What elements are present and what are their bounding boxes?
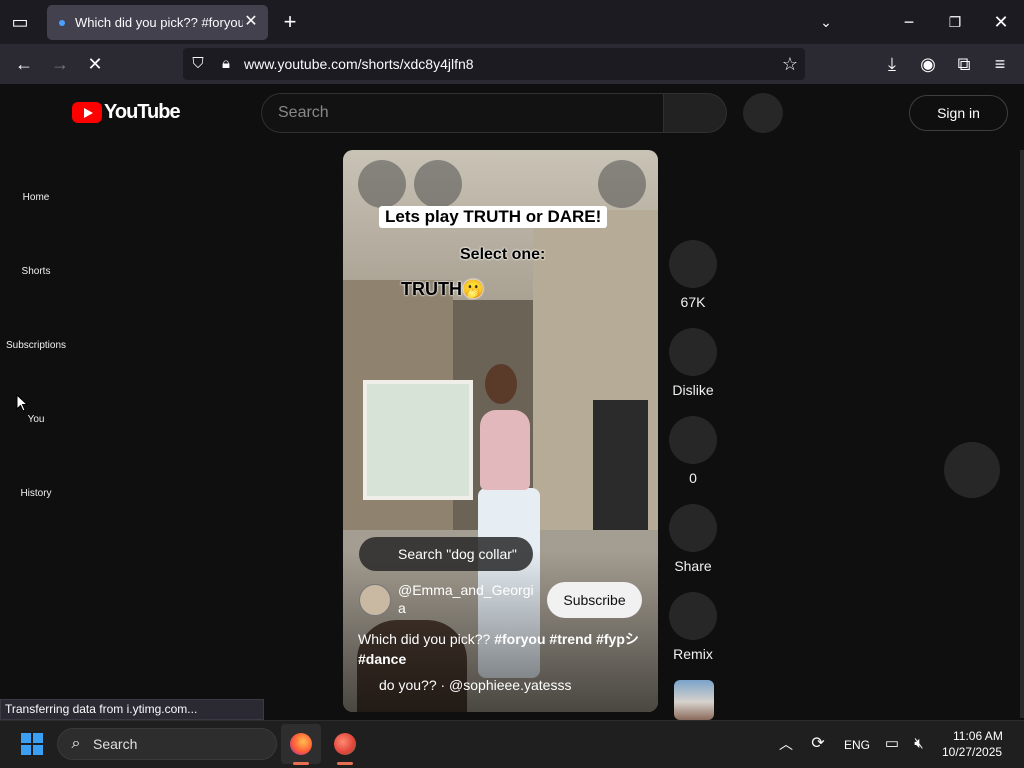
language-indicator[interactable]: ENG [844,738,870,752]
minimize-icon[interactable]: − [897,10,921,34]
search-box [261,93,664,133]
list-all-tabs-icon[interactable]: ⌄ [814,10,838,34]
video-person-head [485,364,517,404]
taskbar-search-box[interactable] [57,728,277,760]
tab-loading-icon [59,19,65,26]
music-credit[interactable]: do you?? · @sophieee.yatesss [379,677,571,693]
browser-tab-active[interactable]: Which did you pick?? #foryou # ✕ [47,5,268,40]
sign-in-button[interactable]: Sign in [909,95,1008,131]
sync-icon[interactable]: ⟳ [806,732,830,756]
more-options-button[interactable] [598,160,646,208]
channel-name[interactable]: @Emma_and_Georgia [398,581,540,617]
app-menu-icon[interactable]: ≡ [988,52,1012,76]
guide-item-you[interactable]: You [0,414,72,425]
tab-overview-icon[interactable]: ▭ [8,10,32,34]
account-icon[interactable]: ◉ [916,52,940,76]
share-label: Share [674,558,712,574]
browser-status-text: Transferring data from i.ytimg.com... [0,699,264,720]
mute-button[interactable] [414,160,462,208]
search-button[interactable] [663,93,727,133]
search-input[interactable] [278,104,638,122]
mouse-cursor-icon [16,394,28,412]
show-hidden-icons-icon[interactable]: ︿ [774,732,798,756]
remix-button[interactable] [669,592,717,640]
youtube-logo[interactable]: YouTube [72,101,181,124]
guide-item-history[interactable]: History [0,488,72,499]
extensions-icon[interactable]: ⧉ [952,52,976,76]
video-window [363,380,473,500]
firefox-icon [290,733,312,755]
guide-item-shorts[interactable]: Shorts [0,266,72,277]
windows-start-icon[interactable] [21,733,43,755]
tab-close-icon[interactable]: ✕ [242,13,260,31]
taskbar-app-button[interactable] [325,724,365,764]
new-tab-icon[interactable]: + [278,10,302,34]
taskbar-firefox-button[interactable] [281,724,321,764]
share-button[interactable] [669,504,717,552]
search-chip-label: Search "dog collar" [398,546,517,562]
tracking-protection-icon[interactable]: ⛉ [186,52,210,76]
remix-label: Remix [673,646,713,662]
youtube-play-icon [72,102,102,123]
clock-time[interactable]: 11:06 AM [953,729,1003,743]
clock-date[interactable]: 10/27/2025 [942,745,1002,759]
voice-search-button[interactable] [743,93,783,133]
guide-item-home[interactable]: Home [0,192,72,203]
forward-icon[interactable]: → [48,52,72,76]
url-text[interactable]: www.youtube.com/shorts/xdc8y4jlfn8 [244,56,474,72]
taskbar-search-icon: ⌕ [71,735,81,752]
firefox-running-indicator [293,762,309,765]
video-description[interactable]: Which did you pick?? #foryou #trend #fyp… [358,629,643,669]
stop-loading-icon[interactable]: ✕ [83,52,107,76]
taskbar-search-label: Search [93,736,138,752]
dislike-label: Dislike [672,382,714,398]
video-caption-select: Select one: [460,246,546,263]
video-caption-title: Lets play TRUTH or DARE! [379,206,608,228]
hamburger-menu-icon[interactable] [24,100,48,124]
sound-thumbnail[interactable] [674,680,714,720]
comments-button[interactable] [669,416,717,464]
channel-avatar[interactable] [359,584,391,616]
next-short-button[interactable] [944,442,1000,498]
like-count: 67K [680,294,706,310]
tab-title: Which did you pick?? #foryou # [75,15,243,30]
lock-icon[interactable]: 🔒︎ [214,52,238,76]
bookmark-star-icon[interactable]: ☆ [778,52,802,76]
volume-muted-icon[interactable]: 🔇︎ [907,732,931,756]
back-icon[interactable]: ← [12,52,36,76]
network-icon[interactable]: ▭ [880,732,904,756]
play-pause-button[interactable] [358,160,406,208]
guide-item-subscriptions[interactable]: Subscriptions [0,340,72,351]
downloads-icon[interactable]: ⤓ [880,52,904,76]
youtube-logo-text: YouTube [104,101,181,123]
window-close-icon[interactable]: ✕ [989,10,1013,34]
description-hashtags[interactable]: #foryou #trend #fypシ [494,631,639,647]
description-hashtag-dance[interactable]: #dance [358,651,406,667]
video-person-top [480,410,530,490]
description-text: Which did you pick?? [358,631,495,647]
like-button[interactable] [669,240,717,288]
comments-count: 0 [689,470,697,486]
video-caption-choice: TRUTH🫢 [401,279,485,299]
subscribe-button[interactable]: Subscribe [547,582,642,618]
app-icon [334,733,356,755]
app-running-indicator [337,762,353,765]
page-scrollbar[interactable] [1020,150,1024,718]
search-suggestion-chip[interactable]: Search "dog collar" [359,537,533,571]
shorts-video-player[interactable] [343,150,658,712]
restore-icon[interactable]: ❐ [943,10,967,34]
dislike-button[interactable] [669,328,717,376]
